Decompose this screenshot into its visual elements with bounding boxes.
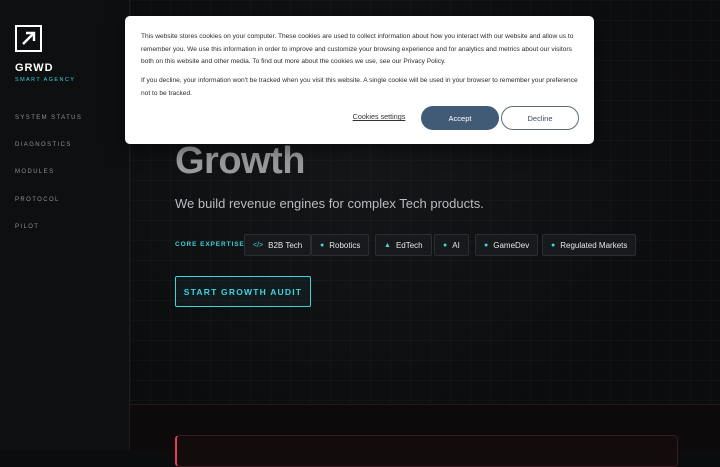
hero-title: Growth xyxy=(175,140,305,182)
chip-edtech[interactable]: ▲ EdTech xyxy=(375,234,432,256)
chip-b2b-tech[interactable]: </> B2B Tech xyxy=(244,234,312,256)
cookie-text-decline-info: If you decline, your information won't b… xyxy=(141,77,578,97)
graduation-cap-icon: ▲ xyxy=(384,241,391,249)
gamepad-icon: ● xyxy=(484,241,489,249)
brand-tagline: SMART AGENCY xyxy=(15,77,76,83)
sidebar: GRWD SMART AGENCY SYSTEM STATUS DIAGNOST… xyxy=(0,0,130,450)
hero-subtitle: We build revenue engines for complex Tec… xyxy=(175,196,484,211)
expertise-label: CORE EXPERTISE: xyxy=(175,241,248,248)
nav-item-modules[interactable]: MODULES xyxy=(15,169,54,175)
ai-dot-icon: ● xyxy=(443,241,448,249)
cookies-settings-link[interactable]: Cookies settings xyxy=(349,112,409,121)
chip-robotics[interactable]: ● Robotics xyxy=(311,234,370,256)
nav-item-protocol[interactable]: PROTOCOL xyxy=(15,197,60,203)
nav-item-system-status[interactable]: SYSTEM STATUS xyxy=(15,115,82,121)
chip-label: GameDev xyxy=(493,240,530,250)
chip-label: B2B Tech xyxy=(268,240,303,250)
brand-name: GRWD xyxy=(15,62,54,74)
arrow-up-right-icon xyxy=(22,31,36,45)
nav-item-diagnostics[interactable]: DIAGNOSTICS xyxy=(15,142,72,148)
chip-gamedev[interactable]: ● GameDev xyxy=(475,234,539,256)
chip-label: Regulated Markets xyxy=(560,240,628,250)
start-growth-audit-button[interactable]: START GROWTH AUDIT xyxy=(175,276,311,307)
robot-icon: ● xyxy=(320,241,325,249)
code-icon: </> xyxy=(253,241,264,249)
alert-card xyxy=(175,435,678,467)
chip-label: EdTech xyxy=(395,240,423,250)
shield-icon: ● xyxy=(551,241,556,249)
logo[interactable] xyxy=(15,25,42,52)
chip-label: Robotics xyxy=(329,240,361,250)
nav-item-pilot[interactable]: PILOT xyxy=(15,224,39,230)
chip-ai[interactable]: ● AI xyxy=(434,234,469,256)
chip-regulated-markets[interactable]: ● Regulated Markets xyxy=(542,234,637,256)
cookie-text-main: This website stores cookies on your comp… xyxy=(141,33,574,66)
decline-button[interactable]: Decline xyxy=(501,106,579,130)
accept-button[interactable]: Accept xyxy=(421,106,499,130)
chip-label: AI xyxy=(452,240,460,250)
